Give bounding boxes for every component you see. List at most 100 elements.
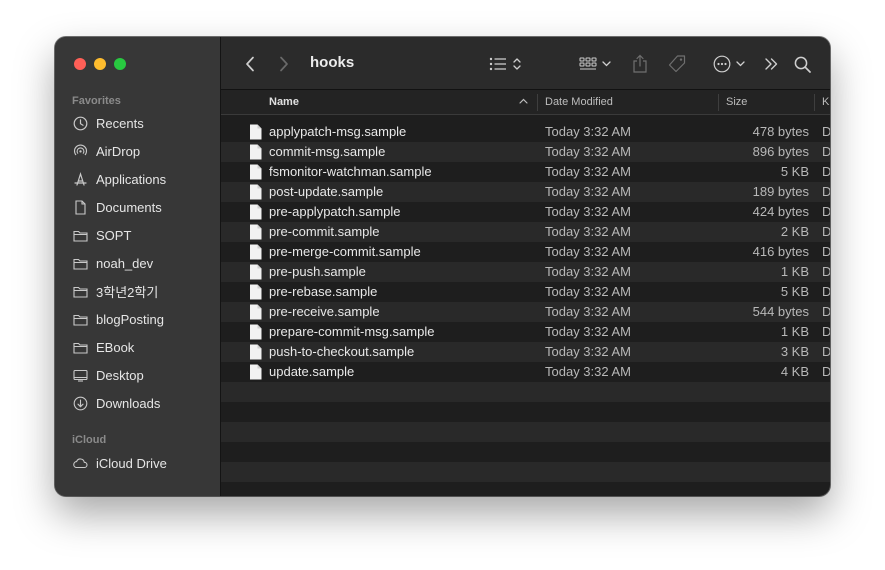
- file-size: 3 KB: [780, 344, 809, 359]
- column-name[interactable]: Name: [269, 90, 299, 115]
- back-button[interactable]: [241, 54, 259, 74]
- document-icon: [249, 224, 262, 243]
- empty-row: [221, 422, 830, 442]
- column-size[interactable]: Size: [726, 90, 747, 115]
- file-name: prepare-commit-msg.sample: [269, 324, 435, 339]
- maximize-button[interactable]: [114, 58, 126, 70]
- file-kind: D: [822, 184, 830, 199]
- sidebar-item-downloads[interactable]: Downloads: [72, 392, 160, 414]
- file-row[interactable]: commit-msg.sample Today 3:32 AM 896 bytes D: [221, 142, 830, 162]
- sidebar-item-semester[interactable]: 3학년2학기: [72, 280, 158, 302]
- column-separator[interactable]: [537, 94, 538, 111]
- sidebar-item-ebook[interactable]: EBook: [72, 336, 134, 358]
- file-row[interactable]: prepare-commit-msg.sample Today 3:32 AM 1 …: [221, 322, 830, 342]
- document-icon: [249, 244, 262, 263]
- file-size: 1 KB: [780, 324, 809, 339]
- grid-icon: [579, 57, 597, 71]
- file-name: post-update.sample: [269, 184, 384, 199]
- folder-icon: [72, 283, 88, 299]
- document-icon: [249, 324, 262, 343]
- file-kind: D: [822, 164, 830, 179]
- sidebar-item-recents[interactable]: Recents: [72, 112, 144, 134]
- minimize-button[interactable]: [94, 58, 106, 70]
- sidebar-item-label: 3학년2학기: [96, 284, 159, 300]
- share-button[interactable]: [629, 52, 651, 74]
- desktop-icon: [72, 367, 88, 383]
- sidebar-item-label: Applications: [96, 171, 167, 187]
- file-row[interactable]: pre-receive.sample Today 3:32 AM 544 bytes…: [221, 302, 830, 322]
- download-icon: [72, 395, 88, 411]
- file-date-modified: Today 3:32 AM: [545, 324, 631, 339]
- chevron-right-icon: [279, 56, 289, 72]
- folder-icon: [72, 227, 88, 243]
- ellipsis-circle-icon: [713, 55, 731, 73]
- file-name: pre-applypatch.sample: [269, 204, 401, 219]
- empty-row: [221, 482, 830, 496]
- document-icon: [249, 364, 262, 383]
- file-size: 5 KB: [780, 164, 809, 179]
- sidebar-item-desktop[interactable]: Desktop: [72, 364, 144, 386]
- file-date-modified: Today 3:32 AM: [545, 344, 631, 359]
- document-icon: [249, 264, 262, 283]
- column-date-modified[interactable]: Date Modified: [545, 90, 613, 115]
- sidebar-item-icloud-drive[interactable]: iCloud Drive: [72, 452, 167, 474]
- document-icon: [249, 144, 262, 163]
- document-icon: [249, 124, 262, 143]
- empty-row: [221, 442, 830, 462]
- sidebar: Favorites Recents AirDrop Applications D…: [55, 37, 221, 496]
- file-date-modified: Today 3:32 AM: [545, 284, 631, 299]
- sidebar-item-blogposting[interactable]: blogPosting: [72, 308, 164, 330]
- file-date-modified: Today 3:32 AM: [545, 224, 631, 239]
- sidebar-item-noah-dev[interactable]: noah_dev: [72, 252, 153, 274]
- file-name: pre-receive.sample: [269, 304, 380, 319]
- column-separator[interactable]: [718, 94, 719, 111]
- file-row[interactable]: pre-applypatch.sample Today 3:32 AM 424 by…: [221, 202, 830, 222]
- sidebar-item-applications[interactable]: Applications: [72, 168, 166, 190]
- file-name: pre-merge-commit.sample: [269, 244, 421, 259]
- file-row[interactable]: applypatch-msg.sample Today 3:32 AM 478 by…: [221, 122, 830, 142]
- sidebar-item-airdrop[interactable]: AirDrop: [72, 140, 140, 162]
- file-row[interactable]: pre-commit.sample Today 3:32 AM 2 KB D: [221, 222, 830, 242]
- folder-icon: [72, 311, 88, 327]
- file-name: commit-msg.sample: [269, 144, 386, 159]
- view-options-button[interactable]: [485, 54, 525, 74]
- forward-button[interactable]: [275, 54, 293, 74]
- search-icon: [794, 56, 811, 73]
- action-menu-button[interactable]: [709, 54, 749, 74]
- document-icon: [249, 204, 262, 223]
- file-kind: D: [822, 364, 830, 379]
- favorites-section-label: Favorites: [72, 95, 121, 107]
- file-row[interactable]: post-update.sample Today 3:32 AM 189 bytes…: [221, 182, 830, 202]
- group-button[interactable]: [575, 54, 615, 74]
- column-kind[interactable]: K: [822, 90, 829, 115]
- more-toolbar-button[interactable]: [762, 54, 780, 74]
- file-list: applypatch-msg.sample Today 3:32 AM 478 by…: [221, 122, 830, 496]
- search-button[interactable]: [792, 54, 812, 74]
- cloud-icon: [72, 455, 88, 471]
- file-row[interactable]: pre-rebase.sample Today 3:32 AM 5 KB D: [221, 282, 830, 302]
- file-size: 189 bytes: [752, 184, 809, 199]
- file-kind: D: [822, 144, 830, 159]
- file-row[interactable]: pre-merge-commit.sample Today 3:32 AM 416 …: [221, 242, 830, 262]
- file-date-modified: Today 3:32 AM: [545, 124, 631, 139]
- window-title: hooks: [310, 54, 355, 71]
- file-row[interactable]: pre-push.sample Today 3:32 AM 1 KB D: [221, 262, 830, 282]
- file-kind: D: [822, 324, 830, 339]
- file-name: applypatch-msg.sample: [269, 124, 407, 139]
- sidebar-item-documents[interactable]: Documents: [72, 196, 162, 218]
- file-size: 896 bytes: [752, 144, 809, 159]
- close-button[interactable]: [74, 58, 86, 70]
- toolbar: hooks: [221, 37, 830, 90]
- sidebar-item-label: EBook: [96, 339, 135, 355]
- sidebar-item-sopt[interactable]: SOPT: [72, 224, 131, 246]
- file-row[interactable]: fsmonitor-watchman.sample Today 3:32 AM 5 …: [221, 162, 830, 182]
- share-icon: [632, 54, 648, 73]
- file-date-modified: Today 3:32 AM: [545, 244, 631, 259]
- tag-button[interactable]: [665, 53, 689, 75]
- file-row[interactable]: push-to-checkout.sample Today 3:32 AM 3 KB…: [221, 342, 830, 362]
- file-row[interactable]: update.sample Today 3:32 AM 4 KB D: [221, 362, 830, 382]
- sidebar-item-label: Downloads: [96, 395, 161, 411]
- document-icon: [72, 199, 88, 215]
- column-separator[interactable]: [814, 94, 815, 111]
- document-icon: [249, 304, 262, 323]
